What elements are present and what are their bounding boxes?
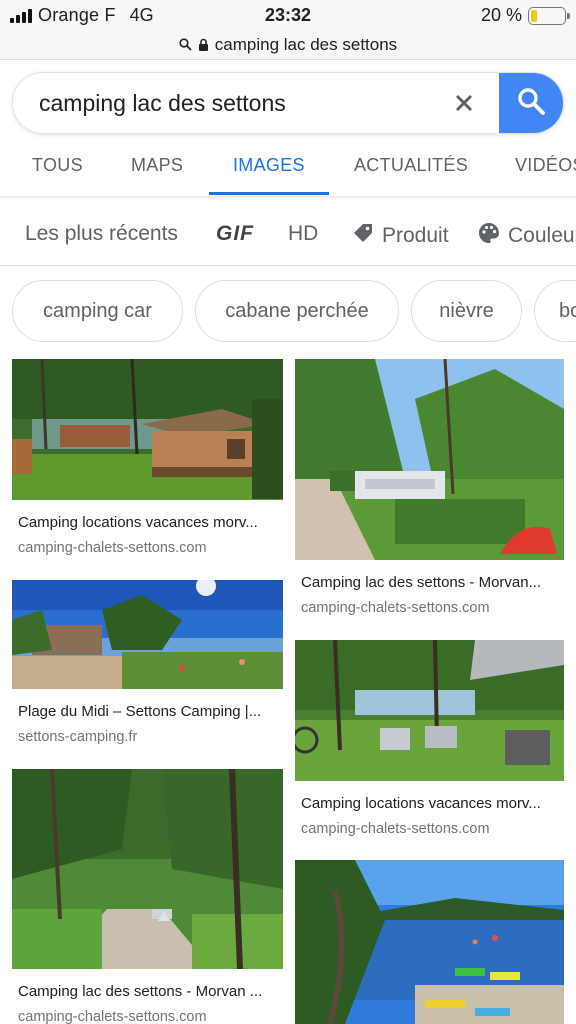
tabs-divider: [0, 196, 576, 200]
lock-icon: [198, 38, 209, 52]
image-result[interactable]: Plage du Midi – Settons Camping |... set…: [12, 580, 283, 745]
url-text: camping lac des settons: [214, 34, 398, 54]
search-tabs: TOUS MAPS IMAGES ACTUALITÉS VIDÉOS: [0, 140, 576, 196]
filter-recent[interactable]: Les plus récents: [25, 222, 178, 246]
result-title[interactable]: Camping locations vacances morv...: [295, 795, 564, 812]
search-button[interactable]: [499, 73, 563, 133]
filter-hd[interactable]: HD: [288, 222, 318, 246]
result-title[interactable]: Camping locations vacances morv...: [12, 514, 283, 531]
filter-product[interactable]: Produit: [352, 222, 449, 250]
tag-icon: [352, 222, 374, 250]
battery-icon: [528, 6, 570, 25]
filter-color[interactable]: Couleur: [478, 222, 576, 250]
active-tab-indicator: [209, 192, 329, 195]
result-title[interactable]: Camping lac des settons - Morvan...: [295, 574, 564, 591]
result-title[interactable]: Camping lac des settons - Morvan ...: [12, 983, 283, 1000]
filter-label: HD: [288, 222, 319, 245]
search-icon: [516, 86, 546, 121]
related-chip[interactable]: cabane perchée: [195, 280, 399, 342]
image-result[interactable]: Camping locations vacances morv... campi…: [295, 640, 564, 837]
related-chip[interactable]: camping car: [12, 280, 183, 342]
result-thumbnail[interactable]: [12, 769, 283, 969]
result-thumbnail[interactable]: [295, 860, 564, 1024]
result-source: camping-chalets-settons.com: [18, 1009, 207, 1024]
result-thumbnail[interactable]: [295, 359, 564, 560]
result-title[interactable]: Plage du Midi – Settons Camping |...: [12, 703, 283, 720]
filter-label: GIF: [216, 222, 254, 245]
battery-fill: [531, 9, 538, 22]
clear-button[interactable]: [447, 87, 481, 121]
result-source: camping-chalets-settons.com: [301, 600, 490, 616]
related-chip[interactable]: bo: [534, 280, 576, 342]
filter-label: Couleur: [508, 224, 576, 247]
result-source: camping-chalets-settons.com: [301, 821, 490, 837]
filter-label: Les plus récents: [25, 222, 178, 245]
result-thumbnail[interactable]: [295, 640, 564, 781]
image-result[interactable]: Camping lac des settons - Morvan... camp…: [295, 359, 564, 616]
close-icon: [454, 87, 474, 121]
related-chip[interactable]: nièvre: [411, 280, 522, 342]
result-source: settons-camping.fr: [18, 729, 138, 745]
status-bar: Orange F 4G 23:32 20 %: [0, 0, 576, 30]
search-input[interactable]: camping lac des settons: [39, 90, 286, 117]
filter-bar: Les plus récents GIF HD Produit Couleur: [0, 210, 576, 266]
tab-videos[interactable]: VIDÉOS: [515, 155, 576, 176]
url-bar[interactable]: camping lac des settons: [0, 30, 576, 60]
image-result[interactable]: [295, 860, 564, 1024]
result-thumbnail[interactable]: [12, 580, 283, 689]
tab-maps[interactable]: MAPS: [131, 155, 183, 176]
battery-percent: 20 %: [480, 5, 522, 25]
tab-news[interactable]: ACTUALITÉS: [354, 155, 468, 176]
filter-gif[interactable]: GIF: [216, 222, 254, 246]
status-right: 20 %: [480, 5, 570, 26]
result-source: camping-chalets-settons.com: [18, 540, 207, 556]
image-result[interactable]: Camping locations vacances morv... campi…: [12, 359, 283, 556]
search-box[interactable]: camping lac des settons: [12, 72, 564, 134]
result-thumbnail[interactable]: [12, 359, 283, 500]
filter-label: Produit: [382, 224, 449, 247]
tab-images[interactable]: IMAGES: [233, 155, 305, 176]
palette-icon: [478, 222, 500, 250]
image-result[interactable]: Camping lac des settons - Morvan ... cam…: [12, 769, 283, 1024]
search-icon: [179, 38, 192, 51]
tab-all[interactable]: TOUS: [32, 155, 83, 176]
